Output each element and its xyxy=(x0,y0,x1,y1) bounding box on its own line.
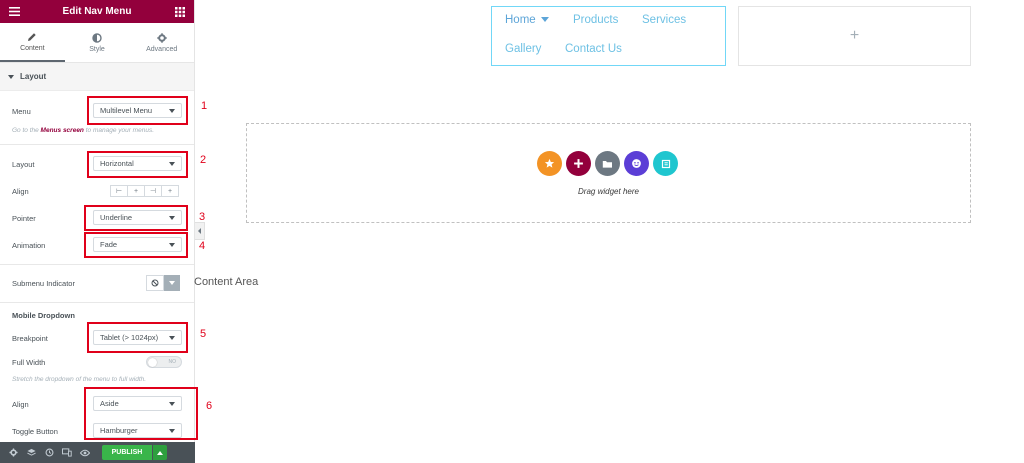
pencil-icon xyxy=(27,32,37,42)
toggle-knob xyxy=(148,358,157,367)
align-justify-button[interactable]: + xyxy=(161,185,179,197)
half-circle-icon xyxy=(92,32,102,43)
annotation-number-6: 6 xyxy=(206,400,213,412)
annotation-box-5 xyxy=(87,322,188,353)
mobile-dropdown-heading: Mobile Dropdown xyxy=(12,311,75,320)
icon-dropdown-button[interactable] xyxy=(164,275,180,291)
align-button-group: ⊢ + ⊣ + xyxy=(110,185,179,197)
tab-content[interactable]: Content xyxy=(0,23,65,62)
publish-button[interactable]: PUBLISH xyxy=(102,445,152,460)
tab-style[interactable]: Style xyxy=(64,23,130,62)
align-label: Align xyxy=(12,187,29,196)
add-new-section-icon[interactable] xyxy=(566,151,591,176)
annotation-box-6 xyxy=(84,387,198,440)
nav-item-home[interactable]: Home xyxy=(505,14,549,26)
section-layout-header[interactable]: Layout xyxy=(0,63,194,91)
chevron-left-icon xyxy=(198,228,201,234)
responsive-icon[interactable] xyxy=(58,442,76,463)
plus-icon[interactable]: + xyxy=(850,27,859,45)
animation-label: Animation xyxy=(12,241,46,250)
hamburger-menu-icon[interactable] xyxy=(8,6,20,18)
nav-menu-widget[interactable]: Home Products Services Gallery Contact U… xyxy=(491,6,726,66)
template-library-icon[interactable] xyxy=(653,151,678,176)
align-left-button[interactable]: ⊢ xyxy=(110,185,128,197)
settings-icon[interactable] xyxy=(4,442,22,463)
menu-hint-prefix: Go to the xyxy=(12,127,41,134)
full-width-label: Full Width xyxy=(12,358,46,367)
content-area-label: Content Area xyxy=(194,276,259,288)
publish-options-button[interactable] xyxy=(153,445,167,460)
breakpoint-label: Breakpoint xyxy=(12,334,48,343)
drag-widget-hint: Drag widget here xyxy=(578,187,639,196)
dropdown-align-label: Align xyxy=(12,400,29,409)
submenu-indicator-control[interactable] xyxy=(146,275,180,291)
caret-up-icon xyxy=(157,450,163,455)
panel-tabs: Content Style Advanced xyxy=(0,23,195,63)
widgets-grid-icon[interactable] xyxy=(174,6,186,18)
divider xyxy=(0,264,194,265)
nav-item-gallery[interactable]: Gallery xyxy=(505,43,541,55)
emoji-icon[interactable] xyxy=(624,151,649,176)
annotation-number-2: 2 xyxy=(200,154,207,166)
annotation-box-3 xyxy=(84,205,188,231)
tab-advanced-label: Advanced xyxy=(146,45,178,53)
menu-hint-suffix: to manage your menus. xyxy=(83,127,155,134)
gear-icon xyxy=(156,32,167,43)
panel-footer: PUBLISH xyxy=(0,442,195,463)
annotation-number-5: 5 xyxy=(200,328,207,340)
add-section-buttons xyxy=(537,151,678,176)
section-layout-title: Layout xyxy=(20,72,47,81)
panel-header: Edit Nav Menu xyxy=(0,0,194,23)
nav-item-contact-us[interactable]: Contact Us xyxy=(565,43,622,55)
panel-title: Edit Nav Menu xyxy=(62,6,132,17)
tab-advanced[interactable]: Advanced xyxy=(129,23,195,62)
annotation-box-4 xyxy=(84,232,188,258)
submenu-indicator-label: Submenu Indicator xyxy=(12,279,75,288)
pointer-label: Pointer xyxy=(12,214,36,223)
toggle-text: NO xyxy=(168,359,177,365)
layout-label: Layout xyxy=(12,160,35,169)
nav-item-services[interactable]: Services xyxy=(642,14,686,26)
divider xyxy=(0,302,194,303)
empty-column[interactable]: + xyxy=(738,6,971,66)
ban-icon[interactable] xyxy=(146,275,164,291)
toggle-button-label: Toggle Button xyxy=(12,427,58,436)
panel-collapse-handle[interactable] xyxy=(195,222,205,240)
align-center-button[interactable]: + xyxy=(127,185,145,197)
folder-icon[interactable] xyxy=(595,151,620,176)
full-width-toggle[interactable]: NO xyxy=(146,356,182,368)
tab-style-label: Style xyxy=(89,45,105,53)
menu-hint: Go to the Menus screen to manage your me… xyxy=(12,127,154,134)
preview-icon[interactable] xyxy=(76,442,94,463)
full-width-hint: Stretch the dropdown of the menu to full… xyxy=(12,376,147,383)
tab-content-label: Content xyxy=(20,44,45,52)
add-section-area[interactable]: Drag widget here xyxy=(246,123,971,223)
menu-label: Menu xyxy=(12,107,31,116)
star-icon[interactable] xyxy=(537,151,562,176)
caret-down-icon xyxy=(169,281,175,285)
caret-down-icon xyxy=(540,17,549,23)
align-right-button[interactable]: ⊣ xyxy=(144,185,162,197)
annotation-box-1 xyxy=(87,96,188,125)
history-icon[interactable] xyxy=(40,442,58,463)
caret-down-icon xyxy=(8,74,14,79)
nav-item-home-label: Home xyxy=(505,14,536,26)
annotation-box-2 xyxy=(87,151,188,178)
divider xyxy=(0,144,194,145)
menus-screen-link[interactable]: Menus screen xyxy=(41,127,84,134)
layers-icon[interactable] xyxy=(22,442,40,463)
nav-item-products[interactable]: Products xyxy=(573,14,618,26)
annotation-number-4: 4 xyxy=(199,240,206,252)
annotation-number-1: 1 xyxy=(201,100,208,112)
